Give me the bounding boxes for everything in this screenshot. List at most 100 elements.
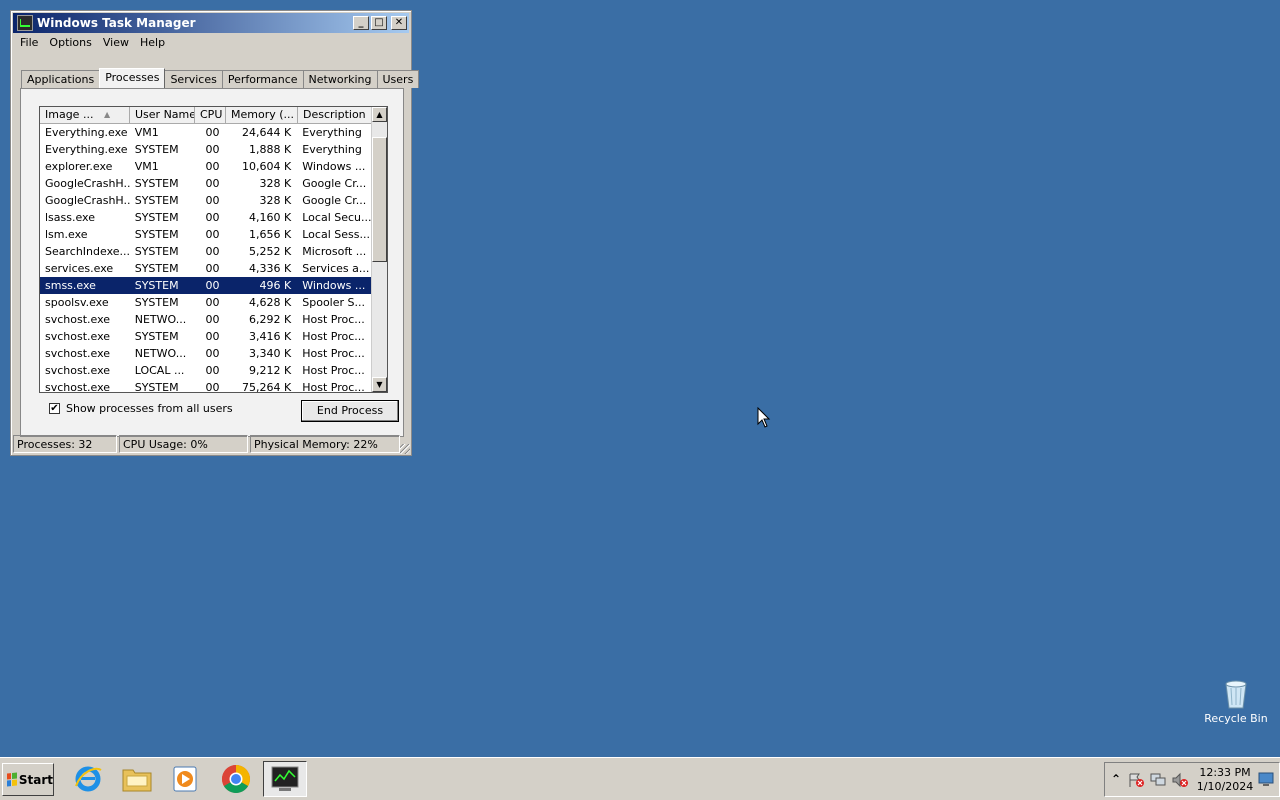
resize-grip-icon[interactable] bbox=[400, 444, 410, 454]
cell-description: Google Cr... bbox=[302, 177, 367, 190]
table-row[interactable]: svchost.exe SYSTEM 00 3,416 K Host Proc... bbox=[40, 328, 372, 345]
tab-processes[interactable]: Processes bbox=[99, 68, 166, 88]
scroll-down-button[interactable]: ▼ bbox=[372, 377, 387, 392]
cell-cpu: 00 bbox=[205, 296, 220, 309]
cell-memory: 4,336 K bbox=[249, 262, 292, 275]
cell-description: Everything bbox=[302, 126, 362, 139]
show-desktop-icon[interactable] bbox=[1257, 771, 1275, 787]
column-user-name[interactable]: User Name bbox=[130, 107, 195, 123]
cell-memory: 10,604 K bbox=[242, 160, 292, 173]
close-button[interactable]: ✕ bbox=[391, 16, 407, 30]
tab-users[interactable]: Users bbox=[376, 70, 420, 88]
cell-cpu: 00 bbox=[205, 228, 220, 241]
cell-memory: 4,160 K bbox=[249, 211, 292, 224]
notification-area: ⌃ 12:33 PM 1/10/2024 bbox=[1104, 762, 1280, 797]
scroll-thumb[interactable] bbox=[372, 137, 387, 262]
cell-cpu: 00 bbox=[205, 347, 220, 360]
menu-view[interactable]: View bbox=[98, 35, 135, 53]
cell-cpu: 00 bbox=[205, 126, 220, 139]
cell-description: Local Sess... bbox=[302, 228, 370, 241]
cell-user-name: SYSTEM bbox=[134, 228, 179, 241]
table-row[interactable]: services.exe SYSTEM 00 4,336 K Services a... bbox=[40, 260, 372, 277]
internet-explorer-icon[interactable] bbox=[66, 761, 110, 797]
show-hidden-icons-icon[interactable]: ⌃ bbox=[1111, 772, 1121, 786]
clock-time: 12:33 PM bbox=[1199, 766, 1251, 779]
process-list[interactable]: Image ... ▲ User Name CPU Memory (... De… bbox=[39, 106, 388, 393]
cell-cpu: 00 bbox=[205, 381, 220, 393]
media-player-icon[interactable] bbox=[163, 761, 207, 797]
cell-cpu: 00 bbox=[205, 364, 220, 377]
vertical-scrollbar[interactable]: ▲ ▼ bbox=[371, 107, 387, 392]
column-image-name[interactable]: Image ... ▲ bbox=[40, 107, 130, 123]
cell-image-name: Everything.exe bbox=[45, 126, 128, 139]
scroll-up-button[interactable]: ▲ bbox=[372, 107, 387, 122]
column-memory[interactable]: Memory (... bbox=[226, 107, 298, 123]
cell-memory: 6,292 K bbox=[249, 313, 292, 326]
cell-cpu: 00 bbox=[205, 279, 220, 292]
menu-file[interactable]: File bbox=[15, 35, 44, 53]
list-header: Image ... ▲ User Name CPU Memory (... De… bbox=[40, 107, 387, 124]
table-row[interactable]: explorer.exe VM1 00 10,604 K Windows ... bbox=[40, 158, 372, 175]
cell-user-name: SYSTEM bbox=[134, 211, 179, 224]
cell-memory: 4,628 K bbox=[249, 296, 292, 309]
table-row[interactable]: lsm.exe SYSTEM 00 1,656 K Local Sess... bbox=[40, 226, 372, 243]
table-row[interactable]: spoolsv.exe SYSTEM 00 4,628 K Spooler S... bbox=[40, 294, 372, 311]
cell-description: Google Cr... bbox=[302, 194, 367, 207]
table-row[interactable]: svchost.exe LOCAL ... 00 9,212 K Host Proc..… bbox=[40, 362, 372, 379]
sort-ascending-icon: ▲ bbox=[104, 110, 111, 119]
cell-description: Host Proc... bbox=[302, 364, 365, 377]
minimize-button[interactable]: _ bbox=[353, 16, 369, 30]
cell-memory: 3,340 K bbox=[249, 347, 292, 360]
cell-image-name: svchost.exe bbox=[45, 313, 111, 326]
tab-services[interactable]: Services bbox=[164, 70, 223, 88]
show-all-users-option[interactable]: ✔ Show processes from all users bbox=[49, 402, 233, 415]
cell-description: Host Proc... bbox=[302, 313, 365, 326]
tab-networking[interactable]: Networking bbox=[302, 70, 378, 88]
folder-icon[interactable] bbox=[115, 761, 159, 797]
action-center-flag-icon[interactable] bbox=[1127, 772, 1145, 788]
table-row[interactable]: GoogleCrashH... SYSTEM 00 328 K Google Cr... bbox=[40, 175, 372, 192]
cell-user-name: SYSTEM bbox=[134, 143, 179, 156]
cell-memory: 496 K bbox=[259, 279, 292, 292]
tab-performance[interactable]: Performance bbox=[221, 70, 304, 88]
cell-memory: 328 K bbox=[259, 194, 292, 207]
table-row[interactable]: svchost.exe SYSTEM 00 75,264 K Host Proc... bbox=[40, 379, 372, 393]
table-row[interactable]: Everything.exe VM1 00 24,644 K Everything bbox=[40, 124, 372, 141]
title-bar[interactable]: Windows Task Manager _ □ ✕ bbox=[13, 13, 409, 33]
chrome-icon[interactable] bbox=[214, 761, 258, 797]
volume-muted-icon[interactable] bbox=[1171, 772, 1189, 788]
show-all-users-checkbox[interactable]: ✔ bbox=[49, 403, 60, 414]
table-row[interactable]: svchost.exe NETWO... 00 3,340 K Host Proc... bbox=[40, 345, 372, 362]
system-clock[interactable]: 12:33 PM 1/10/2024 bbox=[1195, 766, 1255, 794]
task-manager-window[interactable]: Windows Task Manager _ □ ✕ File Options … bbox=[10, 10, 420, 456]
table-row[interactable]: smss.exe SYSTEM 00 496 K Windows ... bbox=[40, 277, 372, 294]
table-row[interactable]: Everything.exe SYSTEM 00 1,888 K Everything bbox=[40, 141, 372, 158]
cell-image-name: explorer.exe bbox=[45, 160, 113, 173]
maximize-button[interactable]: □ bbox=[371, 16, 387, 30]
cell-image-name: svchost.exe bbox=[45, 381, 111, 393]
table-row[interactable]: svchost.exe NETWO... 00 6,292 K Host Proc... bbox=[40, 311, 372, 328]
cell-image-name: GoogleCrashH... bbox=[45, 177, 130, 190]
mouse-cursor-icon bbox=[757, 407, 771, 428]
end-process-button[interactable]: End Process bbox=[301, 400, 399, 422]
windows-logo-icon bbox=[7, 772, 17, 787]
tab-applications[interactable]: Applications bbox=[21, 70, 101, 88]
column-description[interactable]: Description bbox=[298, 107, 373, 123]
cell-image-name: smss.exe bbox=[45, 279, 96, 292]
status-physical-memory: Physical Memory: 22% bbox=[250, 435, 400, 453]
start-button[interactable]: Start bbox=[2, 763, 54, 796]
menu-help[interactable]: Help bbox=[135, 35, 171, 53]
menu-options[interactable]: Options bbox=[44, 35, 97, 53]
cell-user-name: VM1 bbox=[134, 126, 159, 139]
cell-description: Host Proc... bbox=[302, 347, 365, 360]
status-cpu-usage: CPU Usage: 0% bbox=[119, 435, 248, 453]
network-icon[interactable] bbox=[1149, 772, 1167, 788]
taskbar: Start ⌃ 12:33 PM 1/10/2024 bbox=[0, 757, 1280, 800]
table-row[interactable]: GoogleCrashH... SYSTEM 00 328 K Google Cr... bbox=[40, 192, 372, 209]
table-row[interactable]: lsass.exe SYSTEM 00 4,160 K Local Secu... bbox=[40, 209, 372, 226]
task-manager-taskbar-icon[interactable] bbox=[263, 761, 307, 797]
table-row[interactable]: SearchIndexe... SYSTEM 00 5,252 K Microsoft … bbox=[40, 243, 372, 260]
column-cpu[interactable]: CPU bbox=[195, 107, 226, 123]
cell-user-name: NETWO... bbox=[134, 313, 187, 326]
recycle-bin[interactable]: Recycle Bin bbox=[1200, 678, 1272, 725]
